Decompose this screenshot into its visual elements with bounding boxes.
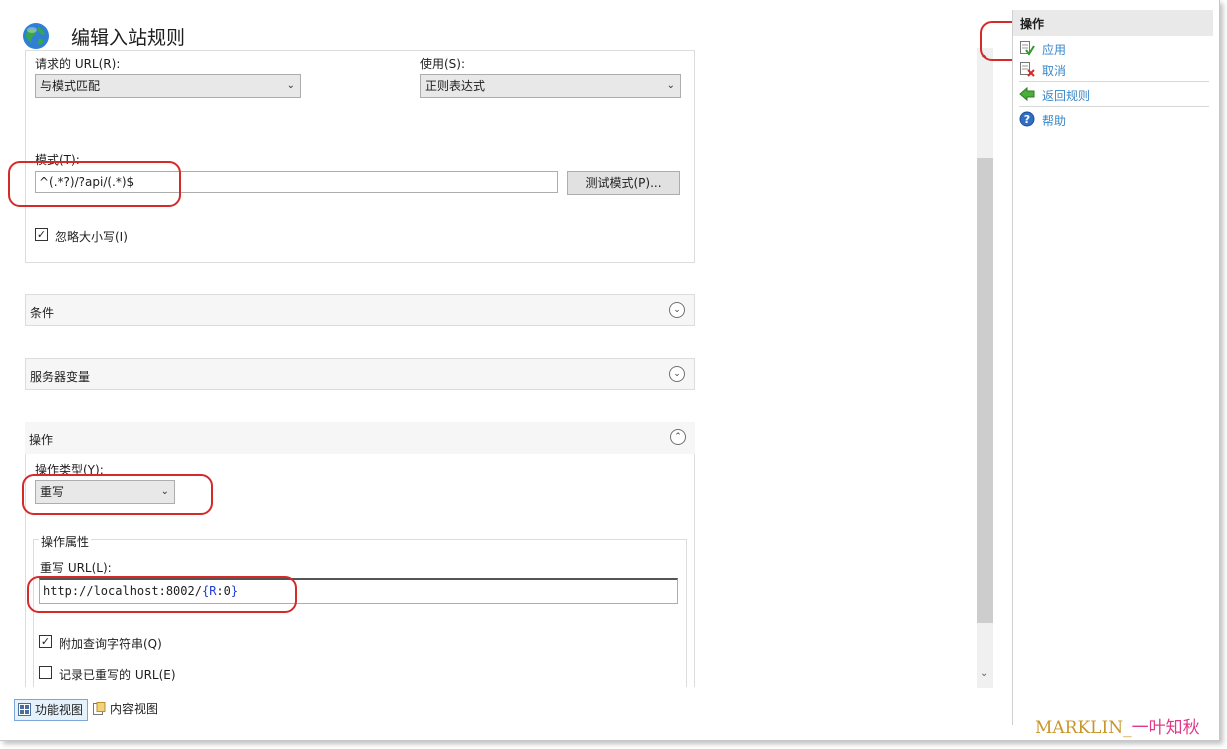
rewrite-url-num: 0 <box>223 584 231 598</box>
main-scrollbar[interactable]: ⌃ ⌄ <box>977 48 993 688</box>
back-to-rules-label: 返回规则 <box>1042 89 1091 103</box>
action-type-value: 重写 <box>40 485 65 499</box>
tab-features-view[interactable]: 功能视图 <box>14 699 89 721</box>
rewrite-url-brace-close: } <box>230 584 239 598</box>
action-properties-group <box>33 539 687 687</box>
action-title: 操作 <box>29 433 54 447</box>
chevron-down-icon: ⌄ <box>286 80 295 91</box>
help-action[interactable]: ? 帮助 <box>1019 110 1209 130</box>
back-arrow-icon <box>1019 86 1035 102</box>
expand-icon[interactable]: ⌄ <box>669 302 685 318</box>
log-rewritten-checkbox[interactable] <box>39 666 52 679</box>
rewrite-url-input[interactable]: http://localhost:8002/{R:0} <box>39 578 678 604</box>
actions-divider <box>1019 106 1209 107</box>
apply-label: 应用 <box>1042 43 1067 57</box>
action-type-select[interactable]: 重写 ⌄ <box>35 480 175 504</box>
actions-pane: 操作 应用 取消 返回规则 ? 帮助 <box>1012 10 1213 725</box>
server-variables-section-header[interactable]: 服务器变量 ⌄ <box>25 358 695 390</box>
scroll-down-icon[interactable]: ⌄ <box>980 668 988 679</box>
help-icon: ? <box>1019 111 1035 127</box>
requested-url-label: 请求的 URL(R): <box>35 57 121 71</box>
features-view-label: 功能视图 <box>35 703 84 717</box>
expand-icon[interactable]: ⌄ <box>669 366 685 382</box>
help-label: 帮助 <box>1042 114 1067 128</box>
cancel-label: 取消 <box>1042 64 1067 78</box>
ignore-case-checkbox[interactable]: ✓ <box>35 228 48 241</box>
action-section-header[interactable]: 操作 ⌃ <box>25 422 695 454</box>
content-view-icon <box>93 702 106 715</box>
actions-header: 操作 <box>1013 10 1213 36</box>
scroll-up-icon[interactable]: ⌃ <box>980 54 988 65</box>
test-pattern-button[interactable]: 测试模式(P)... <box>567 171 680 195</box>
conditions-title: 条件 <box>30 306 55 320</box>
requested-url-select[interactable]: 与模式匹配 ⌄ <box>35 74 301 98</box>
cancel-action[interactable]: 取消 <box>1019 60 1209 80</box>
ignore-case-label: 忽略大小写(I) <box>55 230 128 244</box>
log-rewritten-label: 记录已重写的 URL(E) <box>59 668 176 682</box>
server-variables-title: 服务器变量 <box>30 370 91 384</box>
rewrite-url-label: 重写 URL(L): <box>40 561 112 575</box>
svg-text:?: ? <box>1024 113 1030 126</box>
append-query-label: 附加查询字符串(Q) <box>59 637 162 651</box>
using-label: 使用(S): <box>420 57 466 71</box>
collapse-icon[interactable]: ⌃ <box>670 429 686 445</box>
chevron-down-icon: ⌄ <box>666 80 675 91</box>
watermark-latin: MARKLIN_ <box>1035 718 1132 738</box>
append-query-checkbox[interactable]: ✓ <box>39 635 52 648</box>
tab-content-view[interactable]: 内容视图 <box>90 699 162 721</box>
back-to-rules-action[interactable]: 返回规则 <box>1019 85 1209 105</box>
cancel-icon <box>1020 62 1035 77</box>
using-value: 正则表达式 <box>425 79 486 93</box>
features-view-icon <box>18 703 31 716</box>
watermark: MARKLIN_一叶知秋 <box>1035 713 1200 738</box>
actions-divider <box>1019 81 1209 82</box>
conditions-section-header[interactable]: 条件 ⌄ <box>25 294 695 326</box>
rule-editor-content: 请求的 URL(R): 与模式匹配 ⌄ 使用(S): 正则表达式 ⌄ 模式(T)… <box>10 10 992 687</box>
pattern-label: 模式(T): <box>35 153 80 167</box>
watermark-cn: 一叶知秋 <box>1131 718 1200 738</box>
actions-title: 操作 <box>1020 17 1045 31</box>
requested-url-value: 与模式匹配 <box>40 79 101 93</box>
rewrite-url-prefix: http://localhost:8002/ <box>43 584 202 598</box>
view-tabs: 功能视图 内容视图 <box>10 697 992 723</box>
action-type-label: 操作类型(Y): <box>35 463 104 477</box>
pattern-input[interactable]: ^(.*?)/?api/(.*)$ <box>35 171 558 193</box>
apply-action[interactable]: 应用 <box>1019 39 1209 59</box>
action-properties-legend: 操作属性 <box>39 533 92 550</box>
iis-manager-window: 编辑入站规则 请求的 URL(R): 与模式匹配 ⌄ 使用(S): 正则表达式 … <box>0 0 1220 741</box>
content-view-label: 内容视图 <box>110 702 159 716</box>
using-select[interactable]: 正则表达式 ⌄ <box>420 74 681 98</box>
chevron-down-icon: ⌄ <box>160 486 169 497</box>
rewrite-url-sep: : <box>216 584 224 598</box>
apply-icon <box>1020 41 1035 56</box>
scrollbar-thumb[interactable] <box>977 158 993 623</box>
